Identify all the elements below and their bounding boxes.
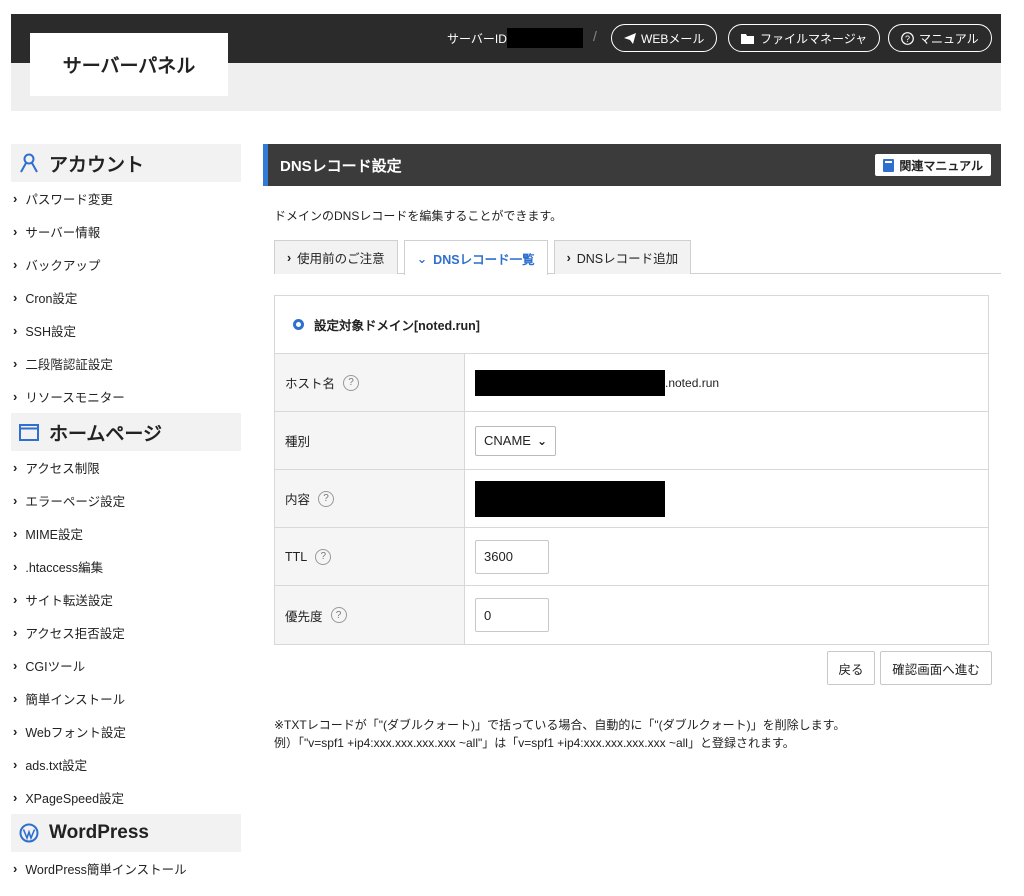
sidebar-item-ads-txt[interactable]: › ads.txt設定 — [11, 748, 241, 781]
txt-record-note: ※TXTレコードが「"(ダブルクォート)」で括っている場合、自動的に「"(ダブル… — [274, 718, 846, 750]
separator: / — [593, 28, 597, 44]
sidebar-section-account[interactable]: アカウント — [11, 144, 241, 182]
tab-precautions[interactable]: › 使用前のご注意 — [274, 240, 398, 274]
related-manual-button[interactable]: 関連マニュアル — [875, 154, 991, 176]
host-suffix: .noted.run — [665, 375, 720, 390]
tab-bar: › 使用前のご注意 ⌄ DNSレコード一覧 › DNSレコード追加 — [274, 240, 1001, 275]
ttl-row: TTL? 3600 — [275, 528, 988, 586]
sidebar-item-server-info[interactable]: › サーバー情報 — [11, 215, 241, 248]
chevron-right-icon: › — [13, 861, 18, 876]
chevron-right-icon: › — [13, 257, 18, 272]
sidebar-item-htaccess[interactable]: › .htaccess編集 — [11, 550, 241, 583]
chevron-right-icon: › — [13, 323, 18, 338]
help-icon[interactable]: ? — [343, 374, 360, 391]
sidebar-item-ssh[interactable]: › SSH設定 — [11, 314, 241, 347]
book-icon — [883, 158, 895, 172]
chevron-right-icon: › — [13, 460, 18, 475]
content-input-redacted[interactable] — [475, 480, 665, 517]
host-input-redacted[interactable] — [475, 369, 665, 396]
sidebar-item-resource-monitor[interactable]: › リソースモニター — [11, 380, 241, 413]
chevron-right-icon: › — [13, 389, 18, 404]
chevron-right-icon: › — [13, 592, 18, 607]
content-row: 内容? — [275, 470, 988, 528]
back-button[interactable]: 戻る — [827, 651, 875, 685]
type-select[interactable]: CNAME ⌄ — [475, 425, 557, 456]
chevron-right-icon: › — [13, 691, 18, 706]
sidebar-item-2fa[interactable]: › 二段階認証設定 — [11, 347, 241, 380]
dns-edit-form: 設定対象ドメイン[noted.run] ホスト名? .noted.run 種別 … — [274, 295, 989, 645]
paper-plane-icon — [624, 32, 636, 44]
chevron-right-icon: › — [566, 250, 571, 265]
sidebar-item-backup[interactable]: › バックアップ — [11, 248, 241, 281]
sidebar-item-password[interactable]: › パスワード変更 — [11, 182, 241, 215]
manual-link[interactable]: ? マニュアル — [888, 24, 992, 52]
sidebar-item-redirect[interactable]: › サイト転送設定 — [11, 583, 241, 616]
account-icon — [20, 153, 38, 173]
sidebar-item-easy-install[interactable]: › 簡単インストール — [11, 682, 241, 715]
chevron-down-icon: ⌄ — [416, 251, 428, 266]
priority-input[interactable]: 0 — [475, 598, 549, 632]
chevron-right-icon: › — [13, 224, 18, 239]
panel-header: DNSレコード設定 関連マニュアル — [263, 144, 1001, 186]
chevron-down-icon: ⌄ — [536, 433, 548, 448]
chevron-right-icon: › — [13, 290, 18, 305]
tab-dns-record-add[interactable]: › DNSレコード追加 — [553, 240, 692, 274]
chevron-right-icon: › — [13, 625, 18, 640]
webmail-link[interactable]: WEBメール — [611, 24, 718, 52]
host-row: ホスト名? .noted.run — [275, 354, 988, 412]
chevron-right-icon: › — [13, 658, 18, 673]
file-manager-link[interactable]: ファイルマネージャ — [728, 24, 881, 52]
sidebar: アカウント › パスワード変更 › サーバー情報 › バックアップ › Cron設定 ›… — [11, 144, 241, 885]
sidebar-item-wp-easy-install[interactable]: › WordPress簡単インストール — [11, 852, 241, 885]
question-circle-icon: ? — [901, 31, 914, 45]
folder-icon — [741, 33, 754, 44]
svg-text:?: ? — [905, 33, 910, 43]
logo[interactable]: サーバーパネル — [30, 33, 228, 96]
wordpress-icon — [19, 823, 39, 843]
chevron-right-icon: › — [13, 559, 18, 574]
chevron-right-icon: › — [13, 526, 18, 541]
chevron-right-icon: › — [13, 493, 18, 508]
ttl-input[interactable]: 3600 — [475, 539, 549, 574]
window-icon — [19, 423, 39, 441]
page-description: ドメインのDNSレコードを編集することができます。 — [274, 209, 563, 223]
server-id-label: サーバーID — [447, 32, 507, 46]
circle-icon — [293, 319, 304, 330]
confirm-button[interactable]: 確認画面へ進む — [880, 651, 992, 685]
priority-row: 優先度? 0 — [275, 586, 988, 644]
chevron-right-icon: › — [13, 191, 18, 206]
sidebar-item-cgi[interactable]: › CGIツール — [11, 649, 241, 682]
help-icon[interactable]: ? — [318, 490, 335, 507]
tab-dns-record-list[interactable]: ⌄ DNSレコード一覧 — [403, 240, 548, 275]
sidebar-item-mime[interactable]: › MIME設定 — [11, 517, 241, 550]
sidebar-section-homepage[interactable]: ホームページ — [11, 413, 241, 451]
chevron-right-icon: › — [13, 790, 18, 805]
type-row: 種別 CNAME ⌄ — [275, 412, 988, 470]
sidebar-item-xpagespeed[interactable]: › XPageSpeed設定 — [11, 781, 241, 814]
help-icon[interactable]: ? — [330, 607, 347, 623]
server-id-redacted — [507, 28, 583, 48]
sidebar-item-cron[interactable]: › Cron設定 — [11, 281, 241, 314]
chevron-right-icon: › — [13, 724, 18, 739]
chevron-right-icon: › — [13, 757, 18, 772]
sidebar-item-web-font[interactable]: › Webフォント設定 — [11, 715, 241, 748]
help-icon[interactable]: ? — [315, 548, 332, 565]
sidebar-item-error-page[interactable]: › エラーページ設定 — [11, 484, 241, 517]
page-title: DNSレコード設定 — [280, 157, 402, 175]
sidebar-item-access-limit[interactable]: › アクセス制限 — [11, 451, 241, 484]
target-domain: 設定対象ドメイン[noted.run] — [275, 296, 988, 354]
sidebar-section-wordpress[interactable]: WordPress — [11, 814, 241, 852]
chevron-right-icon: › — [287, 250, 292, 265]
chevron-right-icon: › — [13, 356, 18, 371]
sidebar-item-access-deny[interactable]: › アクセス拒否設定 — [11, 616, 241, 649]
